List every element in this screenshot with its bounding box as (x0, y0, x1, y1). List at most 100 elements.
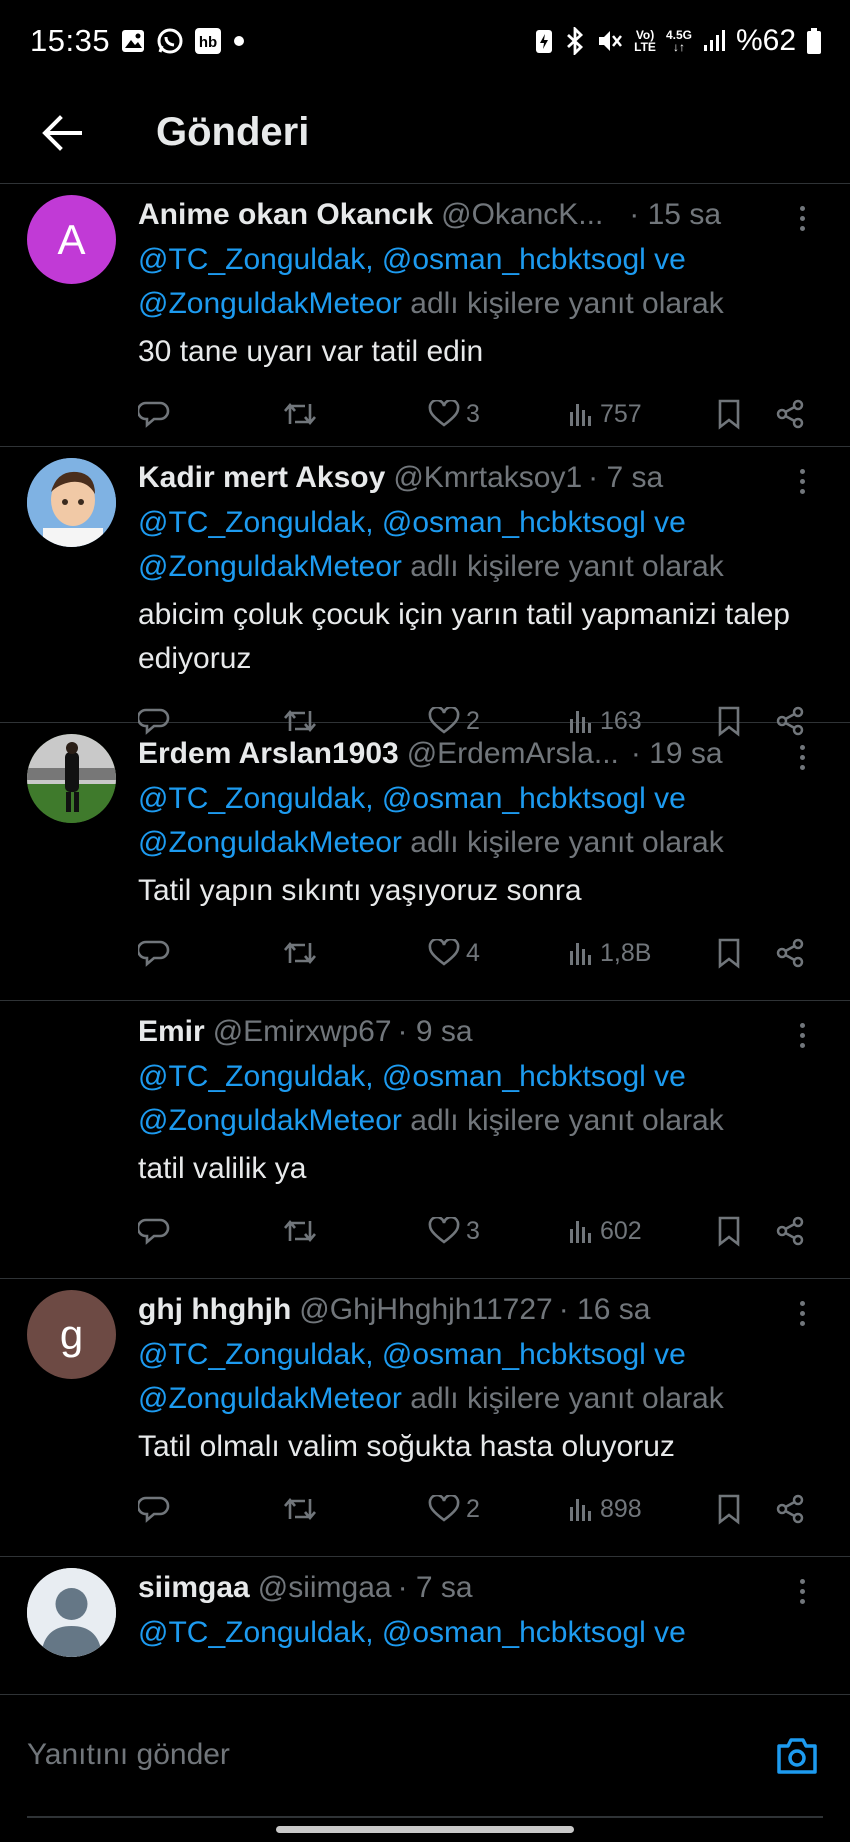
avatar[interactable]: g (27, 1290, 116, 1379)
reply-tweet[interactable]: A Anime okan Okancık @OkancK... · 15 sa … (0, 184, 850, 447)
reply-mentions[interactable]: @TC_Zonguldak, @osman_hcbktsogl ve (138, 782, 686, 815)
views-button[interactable]: 602 (568, 1217, 642, 1246)
author-name[interactable]: Anime okan Okancık (138, 198, 433, 232)
avatar[interactable] (27, 1012, 116, 1101)
tweet-time[interactable]: · 7 sa (398, 1571, 473, 1605)
retweet-button[interactable] (283, 400, 317, 428)
author-handle[interactable]: @GhjHhghjh11727 (299, 1293, 552, 1327)
view-count: 1,8B (600, 938, 652, 967)
bookmark-button[interactable] (716, 398, 742, 430)
retweet-button[interactable] (283, 1217, 317, 1245)
reply-icon (138, 401, 170, 428)
author-handle[interactable]: @ErdemArsla... (407, 737, 619, 771)
hb-label: hb (199, 34, 217, 51)
reply-button[interactable] (138, 1494, 170, 1524)
reply-context: @TC_Zonguldak, @osman_hcbktsogl ve @Zong… (138, 501, 820, 589)
reply-suffix: adlı kişilere yanıt olarak (410, 1104, 724, 1137)
more-options-button[interactable] (790, 737, 814, 777)
share-button[interactable] (775, 1494, 805, 1524)
views-button[interactable]: 898 (568, 1495, 642, 1524)
share-button[interactable] (775, 399, 805, 429)
tweet-time[interactable]: · 16 sa (559, 1293, 651, 1327)
reply-mention-meteor[interactable]: @ZonguldakMeteor (138, 826, 402, 859)
dot-icon (232, 34, 246, 48)
avatar[interactable]: A (27, 195, 116, 284)
reply-mention-meteor[interactable]: @ZonguldakMeteor (138, 550, 402, 583)
reply-button[interactable] (138, 938, 170, 968)
reply-mention-meteor[interactable]: @ZonguldakMeteor (138, 287, 402, 320)
reply-tweet[interactable]: Emir @Emirxwp67 · 9 sa @TC_Zonguldak, @o… (0, 1001, 850, 1279)
home-indicator[interactable] (276, 1826, 574, 1833)
reply-mention-meteor[interactable]: @ZonguldakMeteor (138, 1382, 402, 1415)
replies-feed[interactable]: A Anime okan Okancık @OkancK... · 15 sa … (0, 184, 850, 1694)
author-handle[interactable]: @Emirxwp67 (213, 1015, 392, 1049)
reply-tweet[interactable]: Kadir mert Aksoy @Kmrtaksoy1 · 7 sa @TC_… (0, 447, 850, 737)
more-options-button[interactable] (790, 461, 814, 501)
composer-underline (27, 1816, 823, 1818)
like-button[interactable]: 3 (428, 400, 480, 429)
more-options-button[interactable] (790, 1293, 814, 1333)
reply-context: @TC_Zonguldak, @osman_hcbktsogl ve @Zong… (138, 1333, 820, 1421)
bookmark-icon (718, 399, 740, 430)
tweet-time[interactable]: · 19 sa (631, 737, 723, 771)
bookmark-button[interactable] (716, 937, 742, 969)
reply-mentions[interactable]: @TC_Zonguldak, @osman_hcbktsogl ve (138, 1338, 686, 1371)
like-button[interactable]: 2 (428, 1495, 480, 1524)
whatsapp-icon (156, 27, 184, 55)
reply-suffix: adlı kişilere yanıt olarak (410, 287, 724, 320)
reply-tweet[interactable]: siimgaa @siimgaa · 7 sa @TC_Zonguldak, @… (0, 1557, 850, 1694)
more-options-button[interactable] (790, 198, 814, 238)
more-options-button[interactable] (790, 1015, 814, 1055)
reply-button[interactable] (138, 399, 170, 429)
views-button[interactable]: 757 (568, 400, 642, 429)
bookmark-button[interactable] (716, 1493, 742, 1525)
heart-icon (428, 400, 460, 427)
reply-input[interactable]: Yanıtını gönder (27, 1695, 727, 1815)
tweet-time[interactable]: · 15 sa (629, 198, 721, 232)
author-name[interactable]: siimgaa (138, 1571, 250, 1605)
avatar[interactable] (27, 734, 116, 823)
author-handle[interactable]: @siimgaa (258, 1571, 392, 1605)
status-bar-left: 15:35 hb (30, 23, 246, 59)
tweet-actions: 4 1,8B (138, 923, 820, 983)
reply-mentions[interactable]: @TC_Zonguldak, @osman_hcbktsogl ve (138, 1060, 686, 1093)
retweet-icon (284, 1219, 316, 1243)
like-button[interactable]: 4 (428, 939, 480, 968)
bookmark-button[interactable] (716, 1215, 742, 1247)
tweet-time[interactable]: · 7 sa (588, 461, 663, 495)
reply-mention-meteor[interactable]: @ZonguldakMeteor (138, 1104, 402, 1137)
views-button[interactable]: 1,8B (568, 939, 651, 968)
avatar[interactable] (27, 1568, 116, 1657)
avatar[interactable] (27, 458, 116, 547)
more-options-button[interactable] (790, 1571, 814, 1611)
author-handle[interactable]: @Kmrtaksoy1 (393, 461, 582, 495)
tweet-actions: 3 602 (138, 1201, 820, 1261)
retweet-button[interactable] (283, 1495, 317, 1523)
bookmark-icon (718, 1494, 740, 1525)
reply-mentions[interactable]: @TC_Zonguldak, @osman_hcbktsogl ve (138, 1616, 686, 1649)
like-button[interactable]: 3 (428, 1217, 480, 1246)
tweet-time[interactable]: · 9 sa (398, 1015, 473, 1049)
share-icon (776, 938, 804, 968)
author-name[interactable]: ghj hhghjh (138, 1293, 291, 1327)
default-profile-icon (27, 1568, 116, 1657)
tweet-actions: 3 757 (138, 384, 820, 444)
reply-mentions[interactable]: @TC_Zonguldak, @osman_hcbktsogl ve (138, 243, 686, 276)
reply-mentions[interactable]: @TC_Zonguldak, @osman_hcbktsogl ve (138, 506, 686, 539)
author-handle[interactable]: @OkancK... (441, 198, 603, 232)
camera-icon (777, 1738, 817, 1774)
share-button[interactable] (775, 1216, 805, 1246)
back-button[interactable] (30, 101, 94, 165)
camera-button[interactable] (774, 1733, 820, 1779)
author-name[interactable]: Kadir mert Aksoy (138, 461, 385, 495)
retweet-button[interactable] (283, 939, 317, 967)
share-button[interactable] (775, 938, 805, 968)
author-name[interactable]: Erdem Arslan1903 (138, 737, 399, 771)
reply-button[interactable] (138, 1216, 170, 1246)
author-name[interactable]: Emir (138, 1015, 205, 1049)
reply-tweet[interactable]: g ghj hhghjh @GhjHhghjh11727 · 16 sa @TC… (0, 1279, 850, 1557)
avatar-letter: A (57, 215, 86, 263)
reply-context: @TC_Zonguldak, @osman_hcbktsogl ve @Zong… (138, 238, 820, 326)
profile-photo (27, 734, 116, 823)
reply-tweet[interactable]: Erdem Arslan1903 @ErdemArsla... · 19 sa … (0, 723, 850, 1001)
